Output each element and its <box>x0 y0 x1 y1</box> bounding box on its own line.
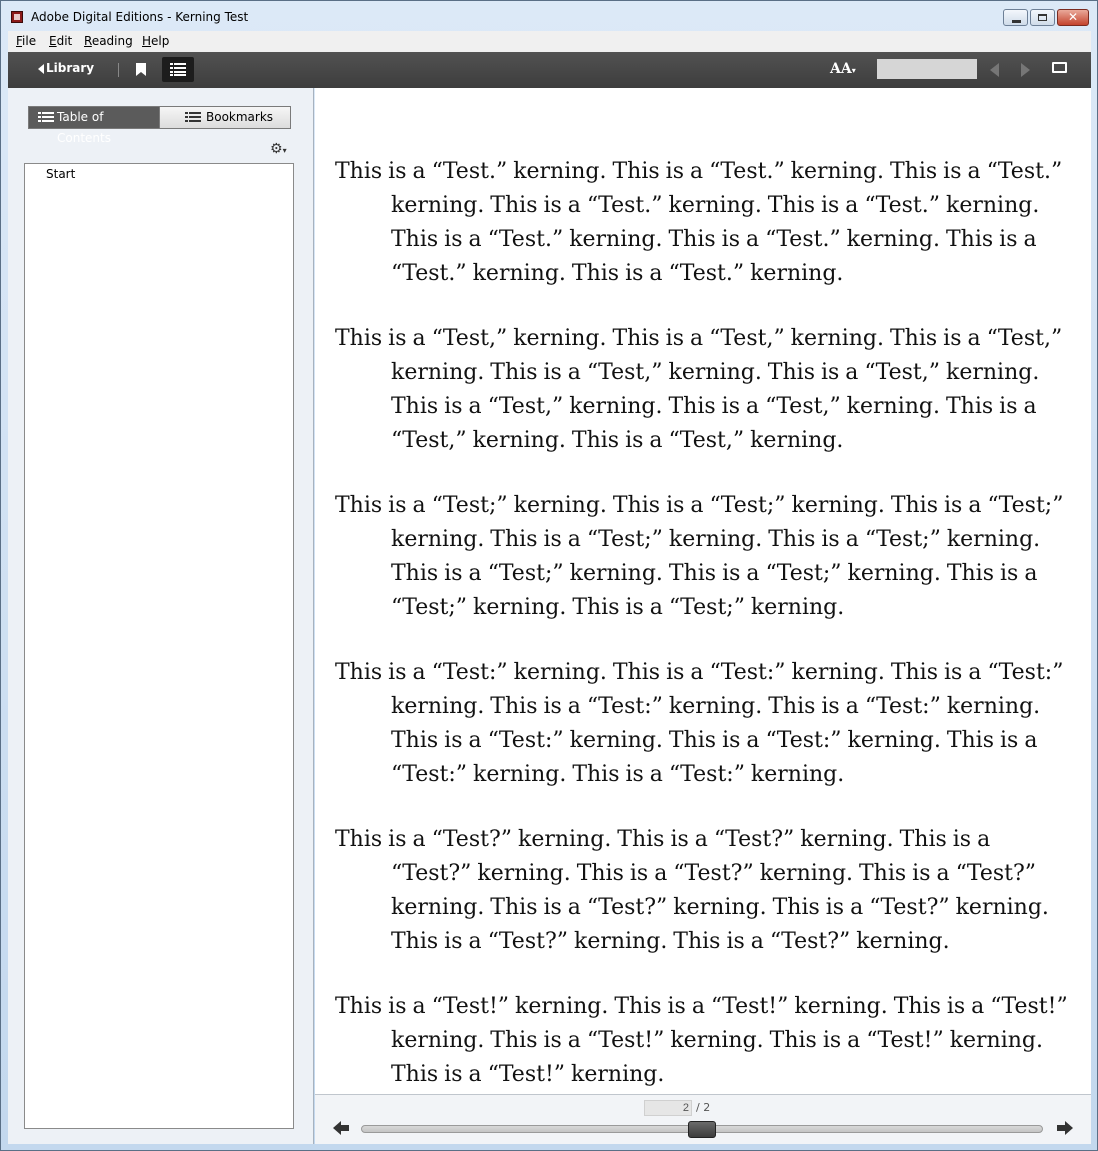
menu-edit[interactable]: Edit <box>49 34 72 48</box>
gear-icon: ⚙ <box>270 141 283 157</box>
toc-options-button[interactable]: ⚙▾ <box>270 141 287 157</box>
menu-help-accel: H <box>142 34 152 48</box>
menu-file[interactable]: File <box>16 34 36 48</box>
library-label: Library <box>46 61 95 75</box>
close-button[interactable]: ✕ <box>1057 9 1089 26</box>
bookmark-icon[interactable] <box>136 63 146 76</box>
maximize-button[interactable] <box>1030 9 1055 26</box>
list-icon <box>170 63 186 76</box>
page-navigation-bar: / 2 <box>315 1094 1091 1144</box>
window-controls: ✕ <box>1001 9 1089 26</box>
menu-edit-label: dit <box>56 34 73 48</box>
menu-reading-label: eading <box>91 34 133 48</box>
toolbar-divider <box>118 63 119 77</box>
back-arrow-icon <box>38 63 44 74</box>
toc-panel: Start <box>24 163 294 1129</box>
next-arrow-icon[interactable] <box>1057 1120 1073 1136</box>
search-input[interactable] <box>877 59 977 79</box>
bookmarks-list-icon <box>185 112 201 122</box>
library-button[interactable]: Library <box>38 61 94 75</box>
menu-reading[interactable]: Reading <box>84 34 133 48</box>
previous-arrow-icon[interactable] <box>333 1120 349 1136</box>
toc-toggle-button[interactable] <box>162 57 194 82</box>
menu-edit-accel: E <box>49 34 57 48</box>
paragraph: This is a “Test,” kerning. This is a “Te… <box>335 326 1063 453</box>
paragraph: This is a “Test!” kerning. This is a “Te… <box>335 994 1068 1087</box>
minimize-button[interactable] <box>1003 9 1028 26</box>
page-total: / 2 <box>696 1101 711 1114</box>
tab-table-of-contents-label: Table of Contents <box>57 110 111 145</box>
close-icon: ✕ <box>1067 10 1079 24</box>
tab-bookmarks-label: Bookmarks <box>206 110 274 124</box>
title-bar: Adobe Digital Editions - Kerning Test ✕ <box>1 1 1097 31</box>
font-size-button[interactable]: AA▾ <box>830 61 856 77</box>
menu-bar: File Edit Reading Help <box>8 31 1091 52</box>
reader-toolbar: Library AA▾ <box>8 52 1091 88</box>
chevron-down-icon: ▾ <box>851 65 856 75</box>
minimize-icon <box>1012 20 1021 23</box>
toc-icon <box>38 112 54 122</box>
sidebar-tabs: Table of Contents Bookmarks <box>28 106 291 145</box>
paragraph: This is a “Test;” kerning. This is a “Te… <box>335 493 1064 620</box>
font-size-label: AA <box>830 61 852 77</box>
window-title: Adobe Digital Editions - Kerning Test <box>31 10 249 24</box>
sidebar: Table of Contents Bookmarks ⚙▾ Start <box>8 88 314 1144</box>
reading-pane: This is a “Test.” kerning. This is a “Te… <box>315 88 1091 1094</box>
menu-reading-accel: R <box>84 34 92 48</box>
paragraph: This is a “Test?” kerning. This is a “Te… <box>335 827 1049 954</box>
paragraph: This is a “Test.” kerning. This is a “Te… <box>335 159 1063 286</box>
menu-help[interactable]: Help <box>142 34 169 48</box>
menu-file-label: ile <box>22 34 37 48</box>
fullscreen-icon[interactable] <box>1052 62 1067 73</box>
next-page-icon[interactable] <box>1021 63 1030 77</box>
tab-table-of-contents[interactable]: Table of Contents <box>29 107 159 145</box>
maximize-icon <box>1038 14 1047 21</box>
paragraph: This is a “Test:” kerning. This is a “Te… <box>335 660 1064 787</box>
previous-page-icon[interactable] <box>990 63 999 77</box>
page-slider-thumb[interactable] <box>688 1121 716 1138</box>
tab-bookmarks[interactable]: Bookmarks <box>159 107 290 128</box>
app-window: Adobe Digital Editions - Kerning Test ✕ … <box>0 0 1098 1151</box>
toc-entry-start[interactable]: Start <box>46 167 75 181</box>
app-icon <box>11 11 23 23</box>
menu-help-label: elp <box>151 34 170 48</box>
chevron-down-icon: ▾ <box>282 146 287 155</box>
page-number-input[interactable] <box>644 1100 692 1116</box>
